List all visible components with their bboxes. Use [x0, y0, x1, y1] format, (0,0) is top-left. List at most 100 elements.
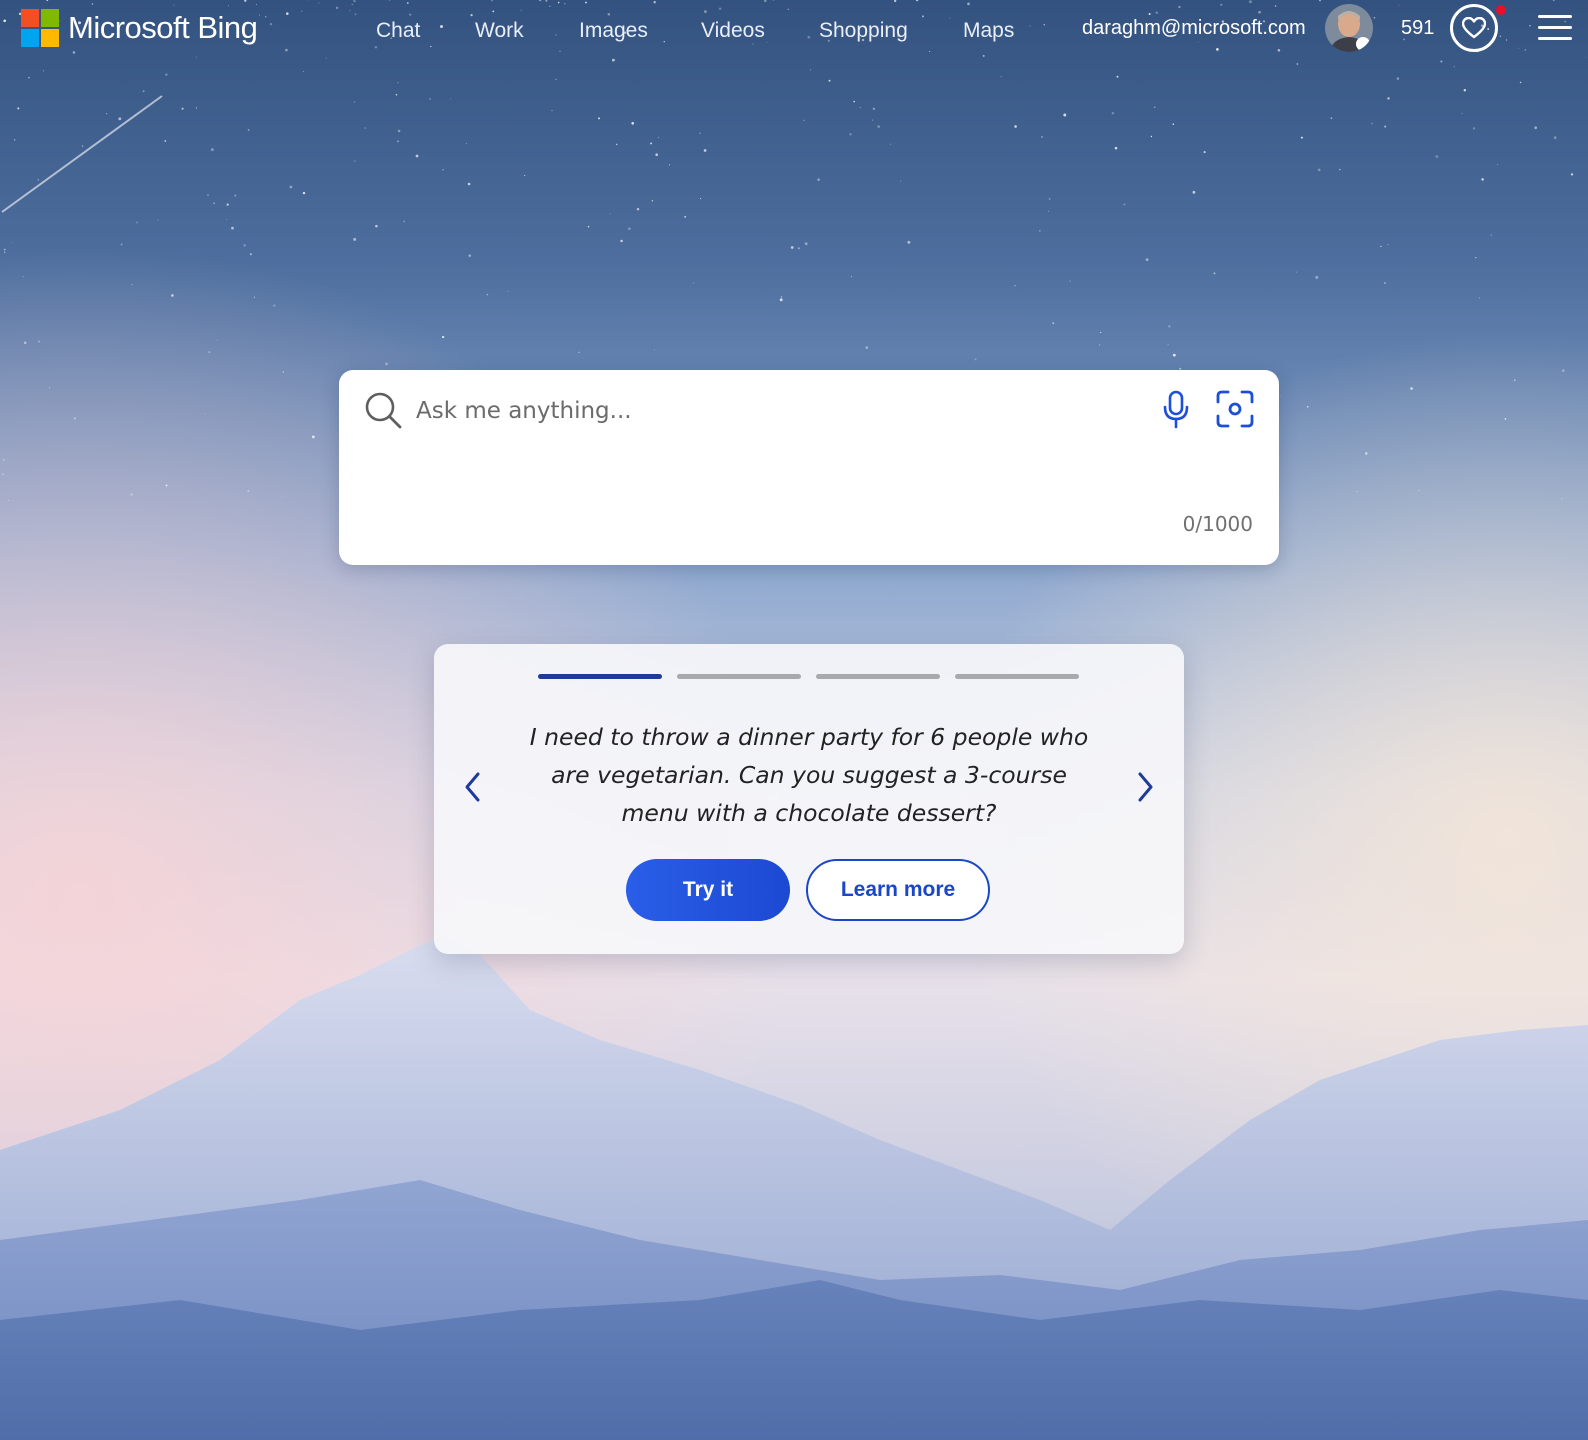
star: [655, 153, 658, 156]
chevron-right-icon[interactable]: [1134, 770, 1156, 804]
star: [213, 202, 215, 204]
star: [1039, 230, 1041, 232]
star: [1553, 136, 1557, 140]
star: [1387, 97, 1390, 100]
star: [1203, 151, 1206, 154]
notification-dot: [1496, 5, 1506, 15]
star: [3, 248, 6, 251]
star: [429, 97, 432, 101]
star: [1475, 257, 1477, 259]
star: [797, 247, 800, 250]
star: [2, 473, 4, 475]
star: [216, 340, 218, 342]
star: [1099, 331, 1102, 334]
star: [395, 93, 398, 96]
carousel-indicator-2[interactable]: [677, 674, 801, 679]
search-input[interactable]: [414, 392, 1078, 430]
nav-maps[interactable]: Maps: [963, 18, 1014, 44]
star: [165, 484, 168, 487]
star: [282, 371, 285, 373]
star: [1380, 245, 1382, 248]
nav-work[interactable]: Work: [475, 18, 524, 44]
account-email[interactable]: daraghm@microsoft.com: [1082, 15, 1306, 41]
star: [1145, 258, 1149, 262]
microsoft-logo[interactable]: [21, 9, 59, 47]
star: [609, 213, 611, 215]
star: [1371, 122, 1373, 125]
star: [1497, 164, 1499, 166]
star: [73, 417, 77, 420]
star: [1534, 126, 1538, 130]
star: [653, 349, 655, 351]
carousel-indicator-3[interactable]: [816, 674, 940, 679]
star: [1513, 379, 1516, 382]
character-count: 0/1000: [1182, 512, 1253, 536]
star: [253, 296, 255, 298]
star: [181, 107, 184, 110]
star: [1387, 243, 1389, 246]
reward-points[interactable]: 591: [1401, 15, 1434, 41]
star: [1047, 210, 1050, 212]
star: [1418, 489, 1420, 492]
star: [658, 137, 659, 139]
try-it-button[interactable]: Try it: [626, 859, 790, 921]
star: [171, 294, 174, 297]
star: [1280, 395, 1282, 397]
star: [157, 219, 159, 221]
star: [849, 133, 852, 136]
hamburger-menu-icon[interactable]: [1538, 15, 1572, 41]
nav-shopping[interactable]: Shopping: [819, 18, 908, 44]
star: [865, 346, 869, 349]
microphone-icon[interactable]: [1161, 390, 1191, 430]
star: [28, 77, 30, 79]
star: [354, 160, 356, 162]
star: [877, 125, 881, 128]
nav-chat[interactable]: Chat: [376, 18, 420, 44]
star: [615, 143, 618, 146]
carousel-indicator-4[interactable]: [955, 674, 1079, 679]
star: [620, 239, 623, 243]
star: [273, 304, 276, 307]
carousel-indicator-1[interactable]: [538, 674, 662, 679]
star: [1504, 418, 1507, 420]
star: [311, 435, 315, 439]
logo-red-square: [21, 9, 39, 27]
star: [231, 226, 234, 230]
star: [524, 175, 526, 177]
star: [1317, 168, 1321, 172]
star: [1519, 81, 1522, 84]
star: [598, 117, 600, 120]
chevron-left-icon[interactable]: [462, 770, 484, 804]
star: [22, 276, 24, 278]
star: [668, 164, 670, 166]
brand-name[interactable]: Microsoft Bing: [68, 8, 258, 48]
star: [1481, 178, 1484, 181]
star: [1150, 135, 1153, 138]
star: [1000, 76, 1002, 78]
rewards-button[interactable]: [1450, 4, 1498, 52]
star: [120, 243, 123, 246]
star: [853, 100, 855, 103]
nav-videos[interactable]: Videos: [701, 18, 765, 44]
star: [486, 293, 489, 296]
star: [234, 194, 237, 197]
star: [1116, 75, 1119, 78]
star: [403, 220, 406, 223]
star: [37, 179, 40, 181]
nav-images[interactable]: Images: [579, 18, 648, 44]
star: [780, 296, 783, 298]
star: [859, 106, 861, 109]
visual-search-icon[interactable]: [1214, 388, 1256, 430]
star: [397, 129, 401, 133]
star: [1479, 297, 1481, 299]
star: [1461, 113, 1463, 115]
star: [650, 142, 653, 145]
avatar[interactable]: [1325, 4, 1373, 52]
star: [1453, 66, 1455, 68]
star: [1123, 203, 1126, 206]
star: [1296, 63, 1299, 65]
star: [636, 207, 640, 211]
star: [555, 78, 557, 80]
learn-more-button[interactable]: Learn more: [806, 859, 990, 921]
star: [81, 145, 84, 147]
